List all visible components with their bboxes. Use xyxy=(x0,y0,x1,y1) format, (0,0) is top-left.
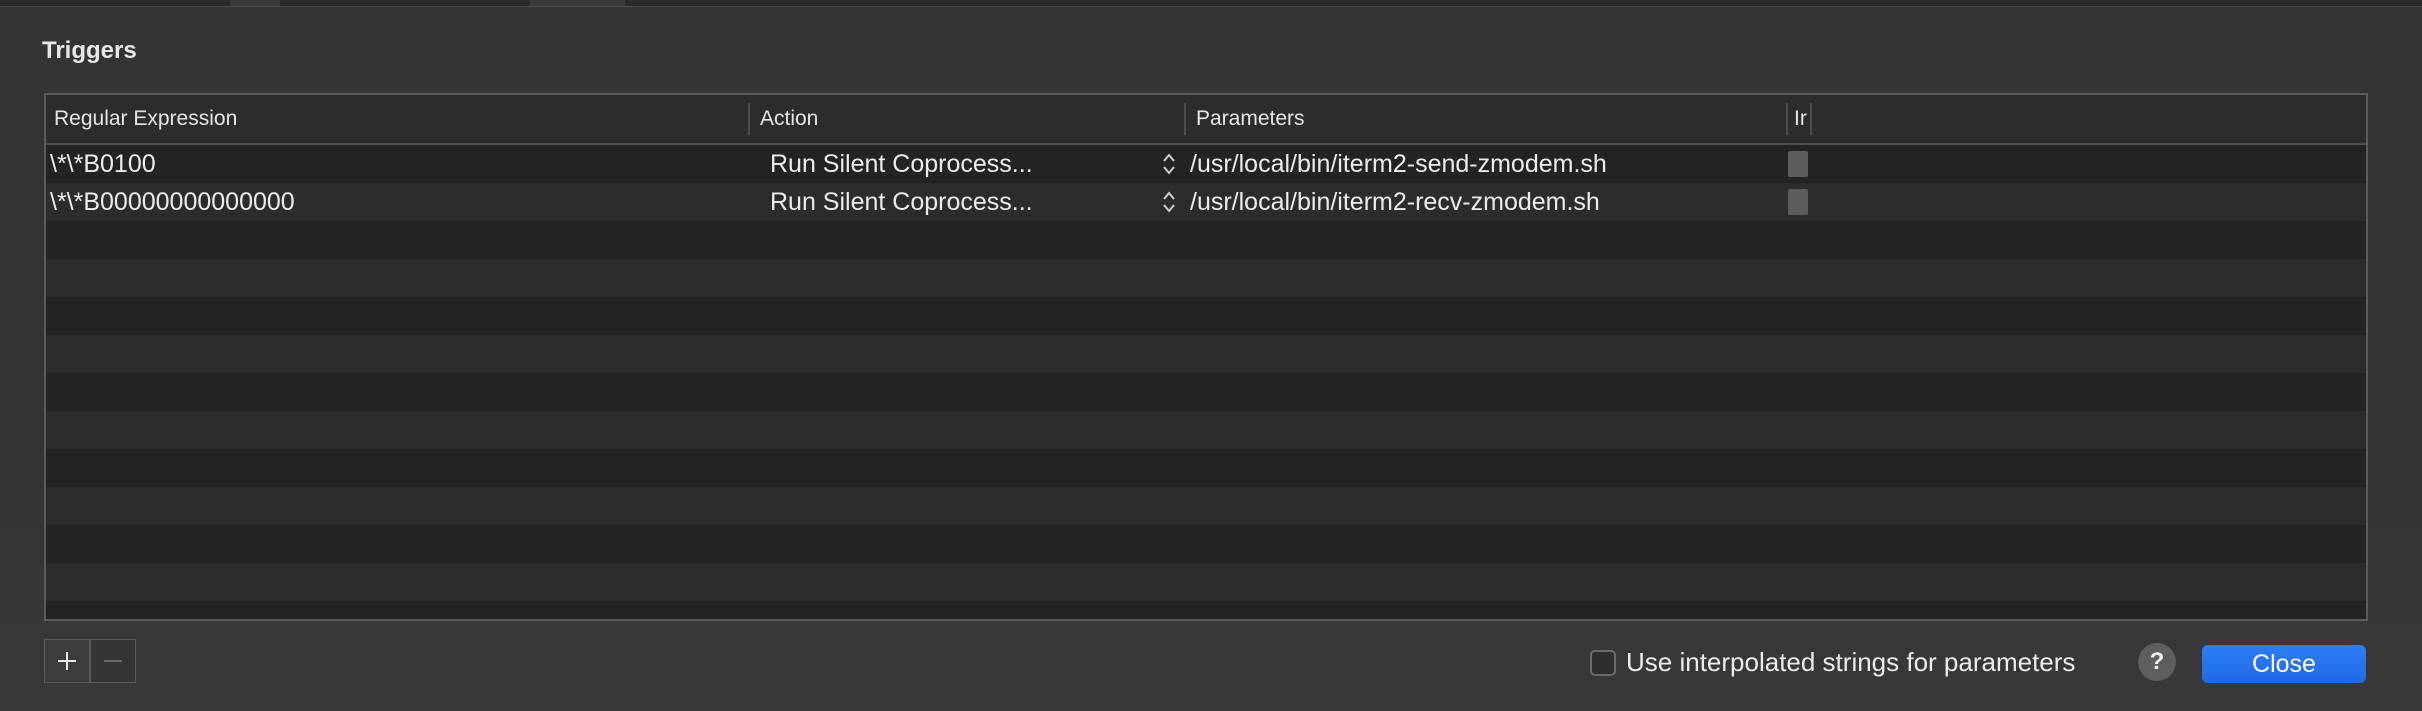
regex-cell[interactable]: \*\*B00000000000000 xyxy=(50,183,740,221)
column-divider[interactable] xyxy=(1810,103,1812,135)
chevron-updown-icon[interactable] xyxy=(1161,188,1177,216)
action-popup[interactable]: Run Silent Coprocess... xyxy=(770,145,1170,183)
help-button[interactable]: ? xyxy=(2138,643,2176,681)
empty-row xyxy=(46,525,2366,563)
interpolated-strings-checkbox[interactable] xyxy=(1590,650,1616,676)
regex-cell[interactable]: \*\*B0100 xyxy=(50,145,740,183)
table-header: Regular Expression Action Parameters Ir xyxy=(46,95,2366,145)
table-row[interactable]: \*\*B0100 Run Silent Coprocess... /usr/l… xyxy=(46,145,2366,183)
empty-row xyxy=(46,411,2366,449)
empty-row xyxy=(46,259,2366,297)
empty-row xyxy=(46,487,2366,525)
plus-icon xyxy=(58,652,76,670)
chevron-updown-icon[interactable] xyxy=(1161,150,1177,178)
minus-icon xyxy=(104,660,122,662)
empty-row xyxy=(46,335,2366,373)
add-trigger-button[interactable] xyxy=(44,639,90,683)
parameters-cell[interactable]: /usr/local/bin/iterm2-recv-zmodem.sh xyxy=(1190,183,1780,221)
column-divider[interactable] xyxy=(1184,103,1186,135)
close-button[interactable]: Close xyxy=(2202,645,2366,683)
empty-row xyxy=(46,297,2366,335)
empty-row xyxy=(46,449,2366,487)
parameters-cell[interactable]: /usr/local/bin/iterm2-send-zmodem.sh xyxy=(1190,145,1780,183)
empty-row xyxy=(46,221,2366,259)
action-popup[interactable]: Run Silent Coprocess... xyxy=(770,183,1170,221)
column-header-regex[interactable]: Regular Expression xyxy=(46,95,746,143)
triggers-table: Regular Expression Action Parameters Ir … xyxy=(44,93,2368,621)
interpolated-strings-label[interactable]: Use interpolated strings for parameters xyxy=(1626,647,2075,678)
column-divider[interactable] xyxy=(748,103,750,135)
empty-row xyxy=(46,601,2366,619)
instant-checkbox[interactable] xyxy=(1788,189,1808,215)
remove-trigger-button[interactable] xyxy=(90,639,136,683)
triggers-sheet: Triggers Regular Expression Action Param… xyxy=(0,6,2422,711)
table-row[interactable]: \*\*B00000000000000 Run Silent Coprocess… xyxy=(46,183,2366,221)
empty-row xyxy=(46,373,2366,411)
column-header-parameters[interactable]: Parameters xyxy=(1188,95,1786,143)
instant-checkbox[interactable] xyxy=(1788,151,1808,177)
empty-row xyxy=(46,563,2366,601)
sheet-title: Triggers xyxy=(42,37,137,64)
column-header-action[interactable]: Action xyxy=(752,95,1182,143)
